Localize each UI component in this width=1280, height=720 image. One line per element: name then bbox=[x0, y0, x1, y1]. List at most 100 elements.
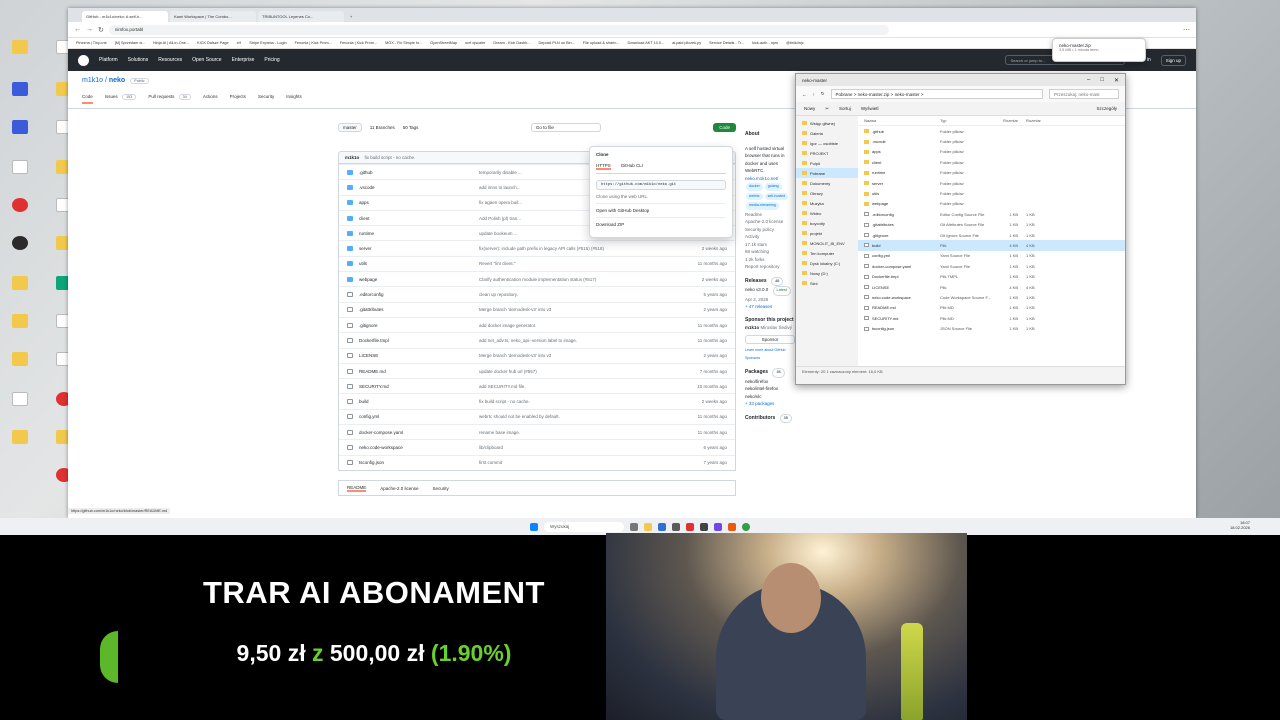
taskbar-app-icon[interactable] bbox=[728, 522, 736, 531]
explorer-breadcrumb[interactable]: Pobrane > neko-master.zip > neko-master … bbox=[830, 89, 1043, 99]
taskbar-app-icon[interactable] bbox=[686, 522, 694, 531]
contributors-title[interactable]: Contributors 35 bbox=[745, 413, 795, 423]
bookmark[interactable]: MOX - Fix Simple fo... bbox=[385, 41, 422, 45]
explorer-row[interactable]: LICENSE Plik 4 KB 4 KB bbox=[858, 282, 1125, 292]
desktop-icon[interactable] bbox=[2, 40, 38, 56]
sort-button[interactable]: Sortuj bbox=[839, 106, 851, 111]
file-name[interactable]: .gitignore bbox=[359, 323, 479, 328]
code-button[interactable]: Code bbox=[713, 122, 736, 132]
browser-tab[interactable]: TRIBUNTOOL Leyenes Co... bbox=[258, 11, 344, 22]
bookmark[interactable]: Service Details - Tr... bbox=[709, 41, 744, 45]
more-releases-link[interactable]: + 47 releases bbox=[745, 303, 795, 311]
bookmark[interactable]: File upload & sharin... bbox=[583, 41, 620, 45]
sign-up-button[interactable]: Sign up bbox=[1160, 54, 1186, 66]
file-commit-message[interactable]: Revert "lint client." bbox=[479, 261, 667, 266]
desktop-icon[interactable] bbox=[2, 392, 38, 408]
explorer-search-input[interactable]: Przeszukaj: neko-mast bbox=[1049, 89, 1119, 99]
column-name[interactable]: Nazwa bbox=[858, 118, 940, 123]
file-row[interactable]: .editorconfig clean up repository. 5 years… bbox=[339, 286, 735, 301]
file-name[interactable]: server bbox=[359, 246, 479, 251]
explorer-nav-item[interactable]: Wideo bbox=[796, 208, 858, 218]
sponsor-button[interactable]: Sponsor bbox=[745, 334, 795, 344]
file-name[interactable]: Dockerfile.tmpl bbox=[359, 338, 479, 343]
file-commit-message[interactable]: Clarify authentication module implementa… bbox=[479, 277, 667, 282]
explorer-row[interactable]: README.md Plik MD 1 KB 1 KB bbox=[858, 303, 1125, 313]
taskbar-app-icon[interactable] bbox=[672, 522, 680, 531]
nav-resources[interactable]: Resources bbox=[158, 57, 182, 63]
bookmark[interactable]: @tinlk4njc bbox=[786, 41, 804, 45]
file-name[interactable]: build bbox=[359, 399, 479, 404]
cut-icon[interactable]: ✂ bbox=[825, 106, 829, 112]
explorer-row[interactable]: config.yml Yaml Source File 1 KB 1 KB bbox=[858, 251, 1125, 261]
nav-enterprise[interactable]: Enterprise bbox=[232, 57, 255, 63]
explorer-nav-item[interactable]: Dokumenty bbox=[796, 178, 858, 188]
explorer-nav-item[interactable]: Pulpit bbox=[796, 158, 858, 168]
tab-projects[interactable]: Projects bbox=[230, 94, 246, 104]
file-row[interactable]: README.md update docker hub url (#557) 7 m… bbox=[339, 362, 735, 378]
file-commit-message[interactable]: update docker hub url (#557) bbox=[479, 369, 667, 374]
download-popup[interactable]: neko-master.zip 3,5 MB • 1 minuta temu bbox=[1052, 38, 1146, 62]
tags-link[interactable]: 50 Tags bbox=[403, 125, 419, 130]
bookmark[interactable]: Dream - Kick Dashb... bbox=[493, 41, 530, 45]
explorer-row[interactable]: SECURITY.md Plik MD 1 KB 1 KB bbox=[858, 313, 1125, 323]
topic-tag[interactable]: webrtc bbox=[746, 192, 763, 200]
new-tab-button[interactable]: + bbox=[346, 11, 356, 22]
nav-solutions[interactable]: Solutions bbox=[128, 57, 149, 63]
explorer-tab[interactable]: neko-master bbox=[802, 78, 827, 83]
explorer-nav-item[interactable]: Wstęp gliwnej bbox=[796, 118, 858, 128]
file-commit-message[interactable]: clean up repository. bbox=[479, 292, 667, 297]
explorer-nav-item[interactable]: projekt bbox=[796, 228, 858, 238]
taskbar-clock[interactable]: 18:07 18.02.2026 bbox=[1230, 520, 1250, 530]
activity-link[interactable]: Activity bbox=[745, 233, 795, 241]
file-name[interactable]: utils bbox=[359, 261, 479, 266]
readme-link[interactable]: Readme bbox=[745, 211, 795, 219]
view-button[interactable]: Wyświetl bbox=[861, 106, 879, 111]
explorer-icon[interactable] bbox=[644, 522, 652, 531]
open-github-desktop-item[interactable]: Open with GitHub Desktop bbox=[596, 203, 726, 217]
reload-icon[interactable]: ↻ bbox=[98, 26, 104, 34]
file-name[interactable]: .github bbox=[359, 170, 479, 175]
topic-tag[interactable]: docker bbox=[746, 183, 763, 191]
explorer-row[interactable]: Dockerfile.tmpl Plik TMPL 1 KB 1 KB bbox=[858, 271, 1125, 281]
bookmark[interactable]: scrf ojscaler bbox=[465, 41, 485, 45]
license-tab[interactable]: Apache-2.0 license bbox=[380, 486, 418, 491]
file-commit-message[interactable]: webrtc should not be enabled by default. bbox=[479, 414, 667, 419]
explorer-row[interactable]: runtime Folder plików bbox=[858, 168, 1125, 178]
file-name[interactable]: docker-compose.yaml bbox=[359, 430, 479, 435]
sponsor-user[interactable]: m1k1o Miroslav Šedivý bbox=[745, 324, 795, 332]
explorer-row[interactable]: .gitattributes Git Attributes Source File… bbox=[858, 220, 1125, 230]
file-row[interactable]: .gitattributes Merge branch 'demodesk-v3'… bbox=[339, 301, 735, 317]
file-name[interactable]: .gitattributes bbox=[359, 307, 479, 312]
explorer-row[interactable]: webpage Folder plików bbox=[858, 199, 1125, 209]
forks-link[interactable]: 1.2k forks bbox=[745, 256, 795, 264]
desktop-icon[interactable] bbox=[2, 160, 38, 176]
bookmark[interactable]: kick-auth - npm bbox=[752, 41, 778, 45]
github-cli-tab[interactable]: GitHub CLI bbox=[621, 163, 643, 170]
new-button[interactable]: Nowy bbox=[804, 106, 815, 111]
file-name[interactable]: .editorconfig bbox=[359, 292, 479, 297]
up-icon[interactable]: ↑ bbox=[813, 92, 815, 97]
bookmark[interactable]: Stripe Express - Login bbox=[249, 41, 286, 45]
forward-icon[interactable]: → bbox=[86, 26, 93, 33]
explorer-row[interactable]: server Folder plików bbox=[858, 178, 1125, 188]
explorer-row[interactable]: apps Folder plików bbox=[858, 147, 1125, 157]
download-zip-item[interactable]: Download ZIP bbox=[596, 217, 726, 231]
file-row[interactable]: docker-compose.yaml rename base image. 11 … bbox=[339, 424, 735, 439]
file-row[interactable]: utils Revert "lint client." 11 months ago bbox=[339, 255, 735, 271]
report-link[interactable]: Report repository bbox=[745, 263, 795, 271]
explorer-nav-item[interactable]: Obrazy bbox=[796, 188, 858, 198]
file-row[interactable]: .gitignore add docker image generator. 11 … bbox=[339, 316, 735, 332]
file-name[interactable]: config.yml bbox=[359, 414, 479, 419]
explorer-row[interactable]: .vscode Folder plików bbox=[858, 136, 1125, 146]
file-name[interactable]: client bbox=[359, 216, 479, 221]
desktop-icon[interactable] bbox=[2, 314, 38, 330]
file-row[interactable]: server fix(server): include path prefix i… bbox=[339, 240, 735, 255]
tab-security[interactable]: Security bbox=[258, 94, 274, 104]
chrome-icon[interactable] bbox=[742, 522, 750, 531]
readme-tab[interactable]: README bbox=[347, 485, 367, 492]
bookmark[interactable]: Fenonia | Kick Prom... bbox=[295, 41, 332, 45]
explorer-nav-item[interactable]: Nowy (D:) bbox=[796, 268, 858, 278]
bookmark[interactable]: xH bbox=[237, 41, 242, 45]
explorer-nav-item[interactable]: MONOLIT_IB_ENV bbox=[796, 238, 858, 248]
go-to-file-input[interactable]: Go to file bbox=[530, 122, 601, 132]
